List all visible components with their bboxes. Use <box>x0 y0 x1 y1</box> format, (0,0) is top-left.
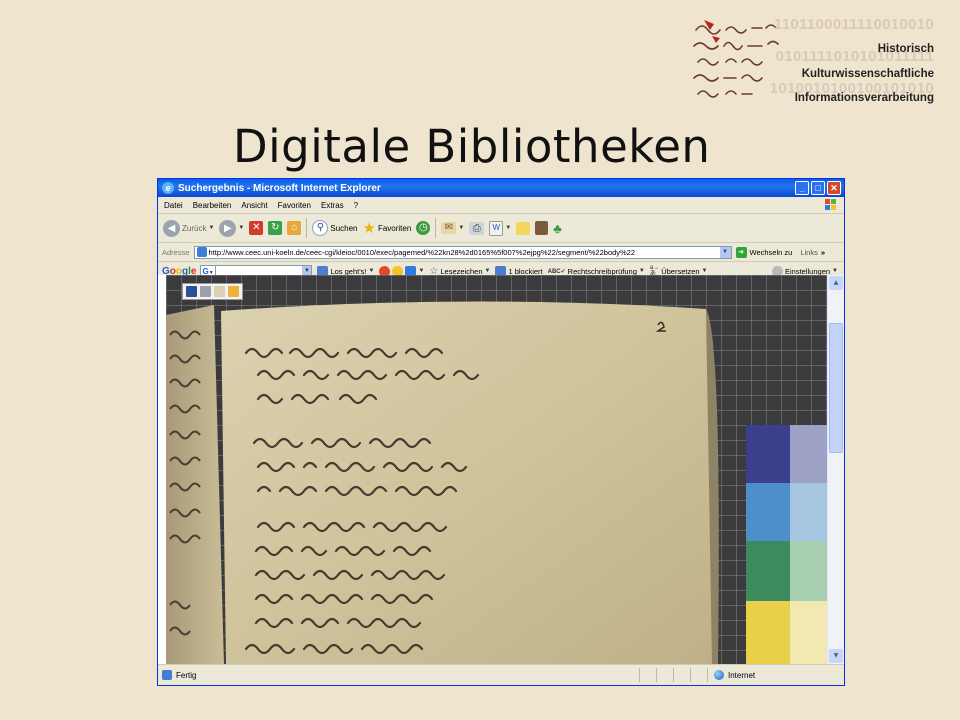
scroll-thumb[interactable] <box>829 323 843 453</box>
status-cell <box>690 668 691 682</box>
menu-extras[interactable]: Extras <box>321 201 344 210</box>
spellcheck-dropdown-icon[interactable]: ▼ <box>639 268 645 274</box>
status-text: Fertig <box>176 670 197 680</box>
edit-page-icon: W <box>489 220 504 236</box>
messenger-icon: ♣ <box>553 220 562 236</box>
home-button[interactable]: ⌂ <box>287 221 302 235</box>
links-button[interactable]: Links <box>800 248 818 257</box>
forward-button[interactable]: ▶ ▼ <box>219 219 244 237</box>
folder-image-icon[interactable] <box>228 286 239 297</box>
manuscript-photo-icon <box>166 275 828 665</box>
maximize-button[interactable]: □ <box>811 181 825 195</box>
scroll-down-icon[interactable]: ▼ <box>829 649 843 663</box>
address-bar: Adresse http://www.ceec.uni-koeln.de/cee… <box>158 243 844 262</box>
page-done-icon <box>162 670 172 680</box>
toolbar-separator <box>306 218 308 238</box>
windows-logo-icon <box>825 199 836 210</box>
ie-icon: e <box>162 182 174 194</box>
logo-text-historisch: Historisch <box>877 43 934 55</box>
print-image-icon[interactable] <box>200 286 211 297</box>
forward-dropdown-icon[interactable]: ▼ <box>238 225 244 231</box>
minimize-button[interactable]: _ <box>795 181 809 195</box>
mail-image-icon[interactable] <box>214 286 225 297</box>
vertical-scrollbar[interactable]: ▲ ▼ <box>827 275 844 665</box>
menu-ansicht[interactable]: Ansicht <box>241 201 267 210</box>
back-button[interactable]: ◀ Zurück ▼ <box>163 219 214 237</box>
logo-binary-1: 1101100011110010010 <box>773 16 934 33</box>
print-button[interactable]: ⎙ <box>469 221 485 235</box>
browser-window: e Suchergebnis - Microsoft Internet Expl… <box>157 178 845 686</box>
address-label: Adresse <box>162 247 190 257</box>
title-bar[interactable]: e Suchergebnis - Microsoft Internet Expl… <box>158 179 844 197</box>
standard-toolbar: ◀ Zurück ▼ ▶ ▼ ✕ ↻ ⌂ ⚲ Suchen ★ Favorite… <box>158 214 844 243</box>
print-icon: ⎙ <box>469 221 485 235</box>
stop-icon: ✕ <box>249 221 264 235</box>
home-icon: ⌂ <box>287 221 302 235</box>
research-book-icon <box>535 221 549 235</box>
favorites-button[interactable]: ★ Favoriten <box>363 219 412 237</box>
go-arrow-icon[interactable]: ➜ <box>735 246 747 258</box>
zone-label: Internet <box>728 670 756 680</box>
globe-icon <box>714 670 724 680</box>
mail-button[interactable]: ✉ ▼ <box>441 222 464 234</box>
manuscript-image <box>166 275 828 665</box>
bookmarks-dropdown-icon[interactable]: ▼ <box>485 268 491 274</box>
status-cell <box>656 668 657 682</box>
history-icon: ◷ <box>416 221 431 235</box>
history-button[interactable]: ◷ <box>416 221 431 235</box>
forward-arrow-icon: ▶ <box>219 219 237 237</box>
settings-dropdown-icon[interactable]: ▼ <box>832 268 838 274</box>
edit-dropdown-icon[interactable]: ▼ <box>505 225 511 231</box>
logo-text-informationsverarbeitung: Informationsverarbeitung <box>794 92 934 104</box>
search-button[interactable]: ⚲ Suchen <box>312 220 358 236</box>
mail-icon: ✉ <box>441 222 457 234</box>
favorites-star-icon: ★ <box>362 220 376 237</box>
toolbar-separator <box>435 218 437 238</box>
back-label: Zurück <box>182 223 207 233</box>
research-button[interactable] <box>535 221 549 235</box>
page-content: ▲ ▼ <box>158 275 844 665</box>
address-input[interactable]: http://www.ceec.uni-koeln.de/ceec-cgi/kl… <box>193 245 732 259</box>
tools-dropdown-icon[interactable]: ▼ <box>418 268 424 274</box>
back-arrow-icon: ◀ <box>163 219 180 237</box>
save-image-icon[interactable] <box>186 286 197 297</box>
mail-dropdown-icon[interactable]: ▼ <box>458 225 464 231</box>
spellcheck-icon: ABC✓ <box>547 268 566 275</box>
logo: 1101100011110010010 0101111010101011111 … <box>690 12 952 104</box>
edit-button[interactable]: W ▼ <box>489 220 511 236</box>
page-icon <box>196 247 207 257</box>
menu-help[interactable]: ? <box>354 201 358 210</box>
logo-text-kulturwissenschaftliche: Kulturwissenschaftliche <box>801 68 934 80</box>
image-toolbar <box>182 283 243 300</box>
folder-button[interactable] <box>516 221 531 235</box>
search-icon: ⚲ <box>312 220 329 236</box>
address-dropdown-icon[interactable]: ▼ <box>719 246 731 258</box>
status-cell <box>639 668 640 682</box>
window-title: Suchergebnis - Microsoft Internet Explor… <box>178 182 381 194</box>
slide-title: Digitale Bibliotheken <box>233 120 711 173</box>
address-url[interactable]: http://www.ceec.uni-koeln.de/ceec-cgi/kl… <box>209 248 636 257</box>
close-button[interactable]: ✕ <box>827 181 841 195</box>
refresh-icon: ↻ <box>268 221 283 235</box>
security-zone: Internet <box>707 668 844 682</box>
google-go-dropdown-icon[interactable]: ▼ <box>369 268 375 274</box>
status-cell <box>673 668 674 682</box>
menu-bar: Datei Bearbeiten Ansicht Favoriten Extra… <box>158 197 844 214</box>
go-button[interactable]: Wechseln zu <box>750 248 793 257</box>
favorites-label: Favoriten <box>377 223 412 233</box>
menu-bearbeiten[interactable]: Bearbeiten <box>193 201 232 210</box>
back-dropdown-icon[interactable]: ▼ <box>208 225 214 231</box>
messenger-button[interactable]: ♣ <box>553 221 562 236</box>
refresh-button[interactable]: ↻ <box>268 221 283 235</box>
translate-dropdown-icon[interactable]: ▼ <box>702 268 708 274</box>
menu-datei[interactable]: Datei <box>164 201 183 210</box>
stop-button[interactable]: ✕ <box>249 221 264 235</box>
menu-favoriten[interactable]: Favoriten <box>278 201 311 210</box>
links-more-icon[interactable]: » <box>821 248 825 257</box>
folder-icon <box>516 221 531 235</box>
scroll-up-icon[interactable]: ▲ <box>829 276 843 290</box>
search-label: Suchen <box>330 223 358 233</box>
status-bar: Fertig Internet <box>158 664 844 685</box>
